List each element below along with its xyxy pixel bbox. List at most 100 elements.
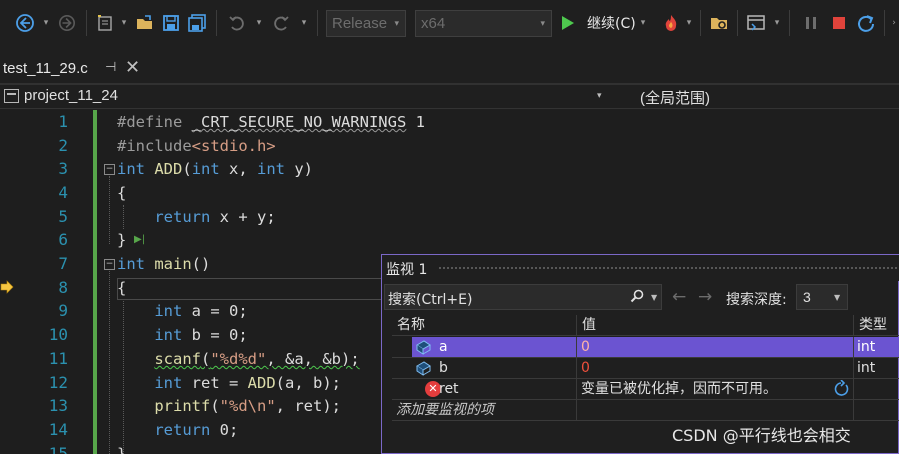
undo-icon[interactable] <box>226 10 248 36</box>
code-token: , ret); <box>275 397 341 415</box>
restart-icon[interactable] <box>854 10 878 36</box>
save-all-icon[interactable] <box>186 10 208 36</box>
column-header-name[interactable]: 名称 <box>392 315 577 336</box>
search-previous-icon[interactable]: ← <box>672 287 686 307</box>
keyword: int <box>117 160 145 178</box>
platform-select[interactable]: x64 ▾ <box>415 10 552 37</box>
code-line-9: int a = 0; <box>117 299 247 323</box>
run-to-click-icon[interactable]: ▶| <box>134 234 145 245</box>
watermark-text: CSDN @平行线也会相交 <box>672 426 851 445</box>
code-token: (a, b); <box>275 374 341 392</box>
layout-dropdown-icon[interactable]: ▾ <box>772 10 782 36</box>
collapse-toggle-icon[interactable]: − <box>104 259 115 270</box>
watch-search-placeholder: 搜索(Ctrl+E) <box>388 292 473 308</box>
folder-icon[interactable] <box>707 10 731 36</box>
watch-row[interactable]: b 0 int <box>382 358 899 379</box>
watch-name-cell[interactable]: ✕ ret <box>392 379 577 400</box>
pause-icon[interactable] <box>800 10 822 36</box>
code-line-4: { <box>117 184 127 202</box>
project-icon <box>4 89 19 103</box>
chevron-down-icon[interactable]: ▾ <box>597 91 602 101</box>
line-number: 7 <box>58 254 68 273</box>
function-name: scanf <box>154 350 201 368</box>
open-icon[interactable] <box>134 10 156 36</box>
search-icon[interactable] <box>630 289 644 303</box>
hot-reload-dropdown-icon[interactable]: ▾ <box>684 10 694 36</box>
watch-search-input[interactable]: 搜索(Ctrl+E) ▼ <box>384 284 662 310</box>
toolbar-separator <box>884 10 885 36</box>
watch-name-cell[interactable]: a <box>392 337 577 358</box>
collapse-toggle-icon[interactable]: − <box>104 164 115 175</box>
document-tab-row: test_11_29.c ⊣ ✕ <box>0 48 899 84</box>
stop-icon[interactable] <box>828 10 850 36</box>
column-header-value[interactable]: 值 <box>577 315 854 336</box>
overflow-chevron-icon[interactable]: › <box>889 10 899 36</box>
new-dropdown-icon[interactable]: ▾ <box>119 10 129 36</box>
line-number: 3 <box>58 159 68 178</box>
forward-icon[interactable] <box>56 10 78 36</box>
empty-value-cell <box>577 400 854 421</box>
string-literal: "%d\n" <box>219 397 276 415</box>
watch-row[interactable]: ✕ ret 变量已被优化掉，因而不可用。 <box>382 379 899 400</box>
project-selector[interactable]: project_11_24 <box>24 87 118 104</box>
watch-title-bar[interactable]: 监视 1 <box>382 255 899 281</box>
code-line-10: int b = 0; <box>117 323 247 347</box>
new-project-icon[interactable] <box>94 10 116 36</box>
back-icon[interactable] <box>12 10 38 36</box>
watch-value-cell[interactable]: 变量已被优化掉，因而不可用。 <box>577 379 854 400</box>
code-token: () <box>191 255 211 273</box>
add-watch-label[interactable]: 添加要监视的项 <box>396 400 494 420</box>
back-dropdown-icon[interactable]: ▾ <box>40 10 52 36</box>
tab-test-file[interactable]: test_11_29.c ⊣ ✕ <box>0 54 149 84</box>
redo-dropdown-icon[interactable]: ▾ <box>299 10 309 36</box>
configuration-select[interactable]: Release ▾ <box>326 10 406 37</box>
toolbar-separator <box>86 10 87 36</box>
scope-selector[interactable]: (全局范围) <box>640 87 710 108</box>
platform-value: x64 <box>421 15 446 32</box>
redo-icon[interactable] <box>270 10 292 36</box>
watch-header-row: 名称 值 类型 <box>382 315 899 336</box>
watch-row[interactable]: a 0 int <box>382 337 899 358</box>
window-layout-icon[interactable] <box>744 10 768 36</box>
close-icon[interactable]: ✕ <box>125 57 140 78</box>
watch-type-cell <box>854 379 899 400</box>
code-token: x + y; <box>210 208 276 226</box>
watch-title: 监视 1 <box>386 262 428 278</box>
hot-reload-icon[interactable] <box>659 10 683 36</box>
continue-button[interactable]: 继续(C) ▾ <box>561 10 657 36</box>
watch-value-cell[interactable]: 0 <box>577 337 854 358</box>
line-number: 6 <box>58 230 68 249</box>
search-dropdown-icon[interactable]: ▼ <box>651 293 657 302</box>
watch-name: ret <box>439 381 459 397</box>
code-token: 0; <box>210 421 239 439</box>
watch-name-cell[interactable]: b <box>392 358 577 379</box>
line-number: 4 <box>58 183 68 202</box>
refresh-icon[interactable] <box>832 380 850 398</box>
drag-grip[interactable] <box>438 266 898 271</box>
line-number: 9 <box>58 301 68 320</box>
watch-name: b <box>439 360 448 376</box>
code-token: ret = <box>182 374 248 392</box>
toolbar: ▾ ▾ ▾ ▾ Release ▾ x64 ▾ 继续(C) ▾ ▾ ▾ › <box>0 0 899 48</box>
save-icon[interactable] <box>160 10 182 36</box>
watch-value-cell[interactable]: 0 <box>577 358 854 379</box>
search-depth-select[interactable]: 3 ▼ <box>796 284 848 310</box>
string-literal: "%d%d" <box>210 350 267 368</box>
watch-value: 0 <box>581 339 590 355</box>
variable-icon <box>416 361 431 376</box>
line-number: 5 <box>58 207 68 226</box>
watch-type: int <box>857 339 876 355</box>
navigation-bar: project_11_24 ▾ (全局范围) <box>0 85 899 109</box>
chevron-down-icon: ▾ <box>394 18 399 28</box>
search-next-icon[interactable]: → <box>698 287 712 307</box>
column-header-type[interactable]: 类型 <box>854 315 899 336</box>
code-line-3: int ADD(int x, int y) <box>117 157 313 181</box>
add-watch-row[interactable]: 添加要监视的项 <box>382 400 899 421</box>
function-name: printf <box>154 397 211 415</box>
code-line-15: } <box>117 445 127 454</box>
preprocessor-directive: #define <box>117 113 183 131</box>
pin-icon[interactable]: ⊣ <box>105 60 116 75</box>
undo-dropdown-icon[interactable]: ▾ <box>254 10 264 36</box>
add-watch-cell[interactable]: 添加要监视的项 <box>392 400 577 421</box>
code-line-1: #define _CRT_SECURE_NO_WARNINGS 1 <box>117 110 425 134</box>
